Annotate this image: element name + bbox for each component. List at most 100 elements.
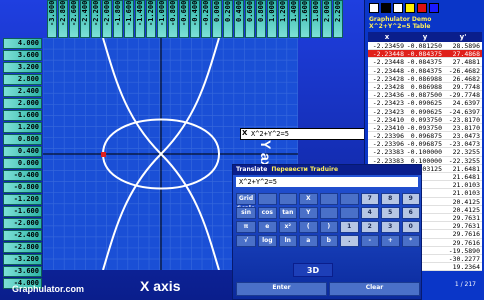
x-tick-label: 0.800 <box>256 0 266 38</box>
enter-button[interactable]: Enter <box>236 282 327 296</box>
table-cell: 27.4881 <box>452 58 480 67</box>
table-cell: -23.0473 <box>448 140 480 149</box>
calculator-key[interactable] <box>340 193 359 205</box>
calculator-key[interactable]: Y <box>299 207 318 219</box>
calculator-key[interactable]: ln <box>278 235 298 247</box>
table-cell: -19.5890 <box>448 246 480 255</box>
table-cell: -2.23410 <box>372 123 404 132</box>
x-tick-label: 2.000 <box>322 0 332 38</box>
table-row[interactable]: -2.23396 0.096875 23.0473 <box>368 132 482 141</box>
calculator-key[interactable]: + <box>381 235 400 247</box>
color-swatch[interactable] <box>417 3 427 13</box>
graphulator-app: -3.000 -2.800 -2.600 -2.400 -2.200 -2.000 -1.8… <box>0 0 484 300</box>
clear-button[interactable]: Clear <box>329 282 420 296</box>
calculator-key[interactable]: 2 <box>360 221 380 233</box>
table-cell: -2.23410 <box>372 115 404 124</box>
table-cell: 29.7748 <box>452 82 480 91</box>
equation-input[interactable]: X X^2+Y^2=5 <box>240 128 380 140</box>
table-row[interactable]: -2.23436 -0.087500 -29.7748 <box>368 91 482 100</box>
calculator-key[interactable] <box>278 193 298 205</box>
column-header[interactable]: y <box>406 32 444 42</box>
table-cell: -2.23428 <box>372 74 404 83</box>
x-tick-label: -1.000 <box>157 0 167 38</box>
calculator-key[interactable] <box>319 193 339 205</box>
table-row[interactable]: -2.23423 -0.090625 24.6397 <box>368 99 482 108</box>
y-tick-label: 2.800 <box>3 74 42 85</box>
calculator-key[interactable] <box>258 193 277 205</box>
equation-text: X^2+Y^2=5 <box>251 130 289 138</box>
color-swatch[interactable] <box>381 3 391 13</box>
calculator-key[interactable]: a <box>299 235 318 247</box>
table-row[interactable]: -2.23410 -0.093750 23.8170 <box>368 123 482 133</box>
three-d-button[interactable]: 3D <box>293 263 333 277</box>
table-row[interactable]: -2.23423 0.090625 -24.6397 <box>368 108 482 116</box>
calculator-key[interactable]: 9 <box>401 193 420 205</box>
y-tick-label: 2.400 <box>3 86 42 97</box>
translate-label: Translate <box>236 166 268 173</box>
calculator-key[interactable]: 0 <box>401 221 420 233</box>
calculator-key[interactable]: π <box>236 221 257 233</box>
calculator-key[interactable]: 6 <box>401 207 420 219</box>
table-cell: -0.090625 <box>406 99 442 108</box>
table-cell: 27.4868 <box>452 50 480 59</box>
calculator-key[interactable]: 3 <box>381 221 400 233</box>
close-icon[interactable]: X <box>242 129 247 137</box>
calculator-equation[interactable]: X^2+Y^2=5 <box>236 177 418 187</box>
y-tick-label: 4.000 <box>3 38 42 49</box>
column-header[interactable]: y' <box>444 32 482 42</box>
calculator-key[interactable]: 1 <box>340 221 359 233</box>
x-tick-label: -2.400 <box>80 0 90 38</box>
color-swatch[interactable] <box>369 3 379 13</box>
calculator-key[interactable]: Grid Scale <box>236 193 257 212</box>
calculator-key[interactable]: e <box>258 221 277 233</box>
calculator-key[interactable]: 5 <box>381 207 400 219</box>
calculator-key[interactable]: - <box>360 235 380 247</box>
x-tick-label: 1.200 <box>278 0 288 38</box>
calculator-key[interactable]: x² <box>278 221 298 233</box>
calculator-key[interactable]: log <box>258 235 277 247</box>
calculator-key[interactable] <box>319 207 339 219</box>
table-cell: 21.0103 <box>452 181 480 190</box>
calculator-key[interactable]: ) <box>319 221 339 233</box>
calculator-key[interactable] <box>340 207 359 219</box>
calculator-key[interactable]: X <box>299 193 318 205</box>
color-swatch[interactable] <box>405 3 415 13</box>
calculator-key[interactable]: sin <box>236 207 257 219</box>
table-cell: 21.0103 <box>452 189 480 198</box>
table-cell: -0.084375 <box>406 66 442 75</box>
color-swatch[interactable] <box>429 3 439 13</box>
table-row[interactable]: -2.23410 0.093750 -23.8170 <box>368 116 482 124</box>
x-tick-label: 0.000 <box>212 0 222 38</box>
table-row[interactable]: -2.23448 -0.084375 -26.4682 <box>368 67 482 75</box>
calculator-window[interactable]: Translate Перевести Traduire X^2+Y^2=5 G… <box>232 164 422 300</box>
column-header[interactable]: x <box>368 32 406 42</box>
calculator-key[interactable]: . <box>340 235 359 247</box>
table-row[interactable]: -2.23448 -0.084375 27.4881 <box>368 58 482 67</box>
y-tick-label: -1.600 <box>3 206 42 217</box>
brand-label: Graphulator.com <box>12 284 85 294</box>
table-row[interactable]: -2.23428 -0.086988 26.4682 <box>368 75 482 83</box>
table-cell: 26.4682 <box>452 74 480 83</box>
y-tick-label: 0.400 <box>3 146 42 157</box>
calculator-key[interactable]: 8 <box>381 193 400 205</box>
table-row[interactable]: -2.23383 -0.100000 22.3255 <box>368 148 482 157</box>
table-row[interactable]: -2.23448 -0.084375 27.4868 <box>368 50 482 59</box>
calculator-key[interactable]: * <box>401 235 420 247</box>
calculator-key[interactable]: √ <box>236 235 257 247</box>
y-tick-label: 3.200 <box>3 62 42 73</box>
table-row[interactable]: -2.23396 -0.096875 -23.0473 <box>368 140 482 149</box>
page-indicator: 1 / 217 <box>454 281 476 288</box>
table-cell: -2.23396 <box>372 140 404 149</box>
calculator-key[interactable]: 4 <box>360 207 380 219</box>
calculator-key[interactable]: b <box>319 235 339 247</box>
calculator-key[interactable]: 7 <box>360 193 380 205</box>
color-swatch[interactable] <box>393 3 403 13</box>
calculator-key[interactable]: ( <box>299 221 318 233</box>
x-axis-title: X axis <box>140 278 181 294</box>
table-row[interactable]: -2.23459 -0.081250 28.5896 <box>368 42 482 51</box>
calculator-key[interactable]: tan <box>278 207 298 219</box>
x-tick-label: -1.200 <box>146 0 156 38</box>
calculator-key[interactable]: cos <box>258 207 277 219</box>
table-row[interactable]: -2.23428 0.086988 29.7748 <box>368 82 482 92</box>
calculator-title-bar[interactable]: Translate Перевести Traduire <box>233 165 421 175</box>
